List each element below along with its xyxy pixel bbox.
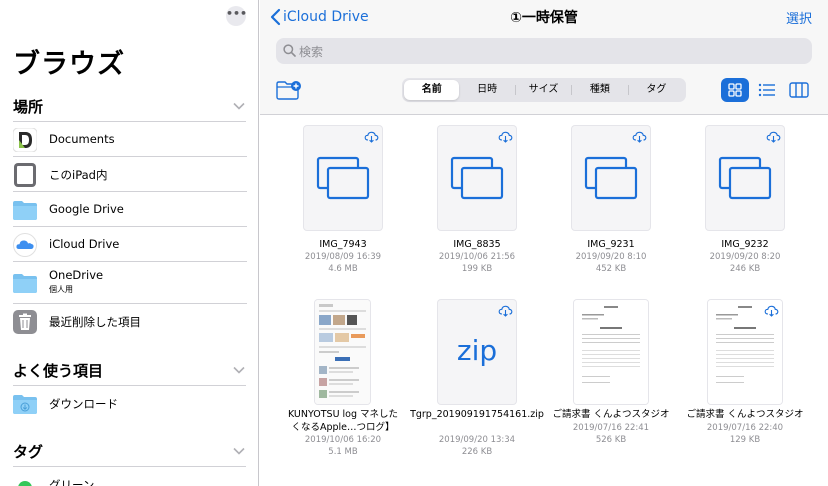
file-item[interactable]: ご請求書 くんよつスタジオ 2019/07/16 22:41 526 KB — [528, 300, 670, 475]
tag-color-dot-icon — [18, 481, 32, 486]
sidebar-item-documents[interactable]: Documents — [0, 122, 258, 157]
tags-header[interactable]: タグ — [13, 441, 43, 462]
sidebar-title: ブラウズ — [13, 49, 125, 80]
file-name: ご請求書 くんよつスタジオ — [686, 409, 804, 420]
sort-by-tags[interactable]: タグ — [629, 80, 684, 100]
folder-icon — [13, 274, 37, 293]
sidebar-item-label: iCloud Drive — [49, 237, 120, 251]
file-item[interactable]: IMG_9231 2019/09/20 8:10 452 KB — [528, 126, 668, 301]
file-thumbnail[interactable] — [574, 300, 648, 404]
main-content: iCloud Drive ①一時保管 選択 検索 名前 日時 サイズ 種類 タグ — [260, 0, 828, 486]
sidebar-item-onedrive[interactable]: OneDrive 個人用 — [0, 262, 258, 304]
sidebar-item-icloud-drive[interactable]: iCloud Drive — [0, 227, 258, 262]
ipad-icon — [14, 163, 36, 187]
file-thumbnail[interactable] — [438, 126, 516, 230]
chevron-down-icon[interactable] — [233, 364, 245, 376]
file-item[interactable]: zip Tgrp_201909191754161.zip 2019/09/20 … — [394, 300, 544, 475]
image-placeholder-icon — [718, 156, 772, 200]
favorites-header[interactable]: よく使う項目 — [13, 360, 103, 381]
sidebar-item-sublabel: 個人用 — [49, 285, 73, 294]
sidebar-item-label: グリーン — [49, 478, 95, 486]
file-item[interactable]: KUNYOTSU log マネしたくなるApple…つログ】 2019/10/0… — [260, 300, 400, 475]
sidebar-item-on-my-ipad[interactable]: このiPad内 — [0, 157, 258, 192]
column-view-icon[interactable] — [788, 80, 810, 100]
file-thumbnail[interactable] — [572, 126, 650, 230]
sort-by-name[interactable]: 名前 — [404, 80, 460, 100]
navigation-bar: iCloud Drive ①一時保管 選択 検索 名前 日時 サイズ 種類 タグ — [260, 0, 828, 115]
sidebar-item-label: ダウンロード — [49, 397, 118, 411]
locations-header[interactable]: 場所 — [13, 96, 43, 117]
file-size: 246 KB — [729, 264, 761, 274]
file-item[interactable]: IMG_7943 2019/08/09 16:39 4.6 MB — [260, 126, 400, 301]
grid-view-button[interactable] — [721, 78, 749, 102]
file-thumbnail[interactable] — [706, 126, 784, 230]
file-size: 129 KB — [729, 435, 761, 445]
select-button[interactable]: 選択 — [786, 8, 812, 27]
more-options-button[interactable]: ••• — [226, 6, 247, 26]
file-item[interactable]: ご請求書 くんよつスタジオ 2019/07/16 22:40 129 KB — [662, 300, 804, 475]
chevron-down-icon[interactable] — [233, 445, 245, 457]
file-item[interactable]: IMG_9232 2019/09/20 8:20 246 KB — [662, 126, 802, 301]
file-thumbnail[interactable]: zip — [438, 300, 516, 404]
cloud-download-icon[interactable] — [498, 303, 513, 318]
sidebar-item-label: このiPad内 — [49, 168, 108, 182]
documents-app-icon — [13, 128, 37, 152]
file-thumbnail[interactable] — [708, 300, 782, 404]
cloud-download-icon[interactable] — [764, 303, 779, 318]
search-field[interactable]: 検索 — [276, 38, 812, 64]
file-date: 2019/09/20 8:20 — [709, 252, 781, 262]
download-folder-icon — [13, 395, 37, 414]
sidebar-item-google-drive[interactable]: Google Drive — [0, 192, 258, 227]
trash-icon — [13, 310, 37, 334]
zip-label: zip — [456, 334, 498, 367]
search-icon — [283, 44, 296, 57]
image-placeholder-icon — [450, 156, 504, 200]
grid-icon — [728, 83, 742, 97]
sidebar-item-downloads[interactable]: ダウンロード — [0, 386, 258, 421]
sidebar-item-label: OneDrive — [49, 268, 104, 282]
sidebar-item-recently-deleted[interactable]: 最近削除した項目 — [0, 304, 258, 339]
sidebar-item-label: 最近削除した項目 — [49, 315, 141, 329]
invoice-preview-icon — [574, 300, 648, 404]
cloud-download-icon[interactable] — [766, 129, 781, 144]
sidebar-item-label: Google Drive — [49, 202, 124, 216]
list-view-icon[interactable] — [757, 80, 777, 100]
webpage-preview-icon — [315, 300, 370, 404]
cloud-download-icon[interactable] — [498, 129, 513, 144]
sidebar-item-label: Documents — [49, 132, 115, 146]
icloud-icon — [13, 233, 37, 257]
file-name: IMG_9232 — [721, 239, 769, 250]
file-thumbnail[interactable] — [304, 126, 382, 230]
folder-title: ①一時保管 — [510, 10, 578, 26]
file-date: 2019/07/16 22:40 — [706, 423, 784, 433]
image-placeholder-icon — [584, 156, 638, 200]
cloud-download-icon[interactable] — [632, 129, 647, 144]
sort-by-size[interactable]: サイズ — [516, 80, 571, 100]
new-folder-icon[interactable] — [276, 80, 302, 100]
file-item[interactable]: IMG_8835 2019/10/06 21:56 199 KB — [394, 126, 534, 301]
file-name: KUNYOTSU log マネしたくなるApple…つログ】 — [287, 409, 399, 433]
sidebar: ••• ブラウズ 場所 Documents このiPad内 Google Dri… — [0, 0, 259, 486]
chevron-down-icon[interactable] — [233, 100, 245, 112]
cloud-download-icon[interactable] — [364, 129, 379, 144]
image-placeholder-icon — [316, 156, 370, 200]
sort-by-kind[interactable]: 種類 — [572, 80, 627, 100]
sort-by-date[interactable]: 日時 — [459, 80, 514, 100]
file-thumbnail[interactable] — [315, 300, 370, 404]
sort-segmented-control: 名前 日時 サイズ 種類 タグ — [402, 78, 686, 102]
search-placeholder: 検索 — [299, 45, 324, 59]
folder-icon — [13, 201, 37, 220]
sidebar-item-tag-green[interactable]: グリーン — [0, 467, 258, 486]
